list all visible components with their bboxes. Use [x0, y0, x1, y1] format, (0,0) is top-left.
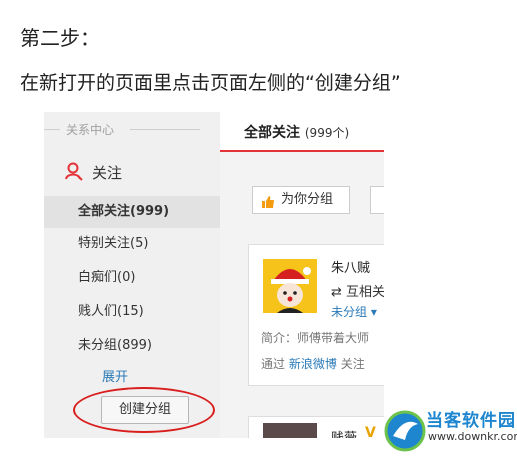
sidebar-item-label: 白痴们(0) — [78, 270, 136, 285]
sidebar-item-ungrouped[interactable]: 未分组(899) — [44, 330, 220, 362]
secondary-button[interactable] — [370, 186, 384, 214]
mutual-arrows-icon: ⇄ — [331, 285, 342, 300]
tab-count: (999个) — [304, 126, 350, 140]
chevron-down-icon: ▾ — [370, 305, 377, 319]
watermark-name: 当客软件园 — [426, 411, 516, 431]
group-dropdown-label: 未分组 — [331, 305, 368, 319]
group-for-you-label: 为你分组 — [281, 192, 334, 207]
tab-all-follows[interactable]: 全部关注 (999个) — [244, 122, 349, 142]
sidebar-item-all-follows[interactable]: 全部关注(999) — [44, 196, 220, 228]
site-watermark: 当客软件园 www.downkr.com — [384, 406, 517, 459]
verified-badge: V — [365, 425, 376, 438]
follow-source-suffix: 关注 — [340, 357, 365, 371]
sidebar-item-label: 全部关注(999) — [78, 204, 170, 219]
follow-label: 关注 — [92, 164, 123, 182]
avatar[interactable] — [263, 423, 317, 438]
divider-line — [44, 129, 60, 130]
user-card: 朱八贼 ⇄ 互相关 未分组 ▾ 简介：师傅带着大师 通过 新浪微博 关注 — [248, 244, 384, 386]
sidebar-item-label: 未分组(899) — [78, 338, 152, 353]
step-title: 第二步： — [20, 26, 100, 50]
mutual-follow-status: ⇄ 互相关 — [331, 281, 384, 300]
main-body: 为你分组 朱八贼 ⇄ 互相关 未分组 ▾ 简介：师傅带着大师 通过 新浪微博 关… — [220, 152, 384, 438]
user-intro: 简介：师傅带着大师 — [261, 331, 370, 345]
watermark-url: www.downkr.com — [428, 430, 517, 443]
user-name[interactable]: 朱八贼 — [331, 257, 370, 276]
group-dropdown[interactable]: 未分组 ▾ — [331, 303, 377, 320]
sidebar-header: 关系中心 — [44, 120, 220, 138]
weibo-screenshot: 关系中心 关注 全部关注(999) 特别关注(5) 白痴们(0) 贱人们(15) — [44, 112, 384, 438]
sidebar-item-label: 特别关注(5) — [78, 236, 149, 251]
sidebar-item-special-follows[interactable]: 特别关注(5) — [44, 228, 220, 260]
sidebar-item-group-1[interactable]: 白痴们(0) — [44, 262, 220, 294]
follow-source: 通过 新浪微博 关注 — [261, 355, 365, 372]
tab-bar: 全部关注 (999个) — [220, 112, 384, 152]
divider-line — [130, 129, 200, 130]
sidebar-item-label: 贱人们(15) — [78, 304, 144, 319]
expand-link[interactable]: 展开 — [102, 366, 128, 385]
user-name[interactable]: 贱薇 — [331, 427, 357, 438]
avatar[interactable] — [263, 259, 317, 313]
sidebar: 关系中心 关注 全部关注(999) 特别关注(5) 白痴们(0) 贱人们(15) — [44, 112, 220, 438]
source-link[interactable]: 新浪微博 — [289, 357, 337, 371]
main-panel: 全部关注 (999个) 为你分组 朱八贼 ⇄ 互相关 未分组 ▾ 简介：师傅带着… — [220, 112, 384, 438]
highlight-circle — [73, 387, 215, 433]
instruction-text: 在新打开的页面里点击页面左侧的“创建分组” — [20, 72, 401, 94]
mutual-label: 互相关 — [346, 285, 384, 300]
user-card: 贱薇 V — [248, 416, 384, 438]
thumbs-up-icon — [261, 193, 275, 219]
follow-person-icon — [64, 161, 84, 185]
sidebar-header-title: 关系中心 — [66, 123, 115, 137]
sidebar-item-group-2[interactable]: 贱人们(15) — [44, 296, 220, 328]
follow-source-prefix: 通过 — [261, 357, 286, 371]
tab-title-label: 全部关注 — [244, 125, 300, 141]
group-for-you-button[interactable]: 为你分组 — [252, 186, 350, 214]
